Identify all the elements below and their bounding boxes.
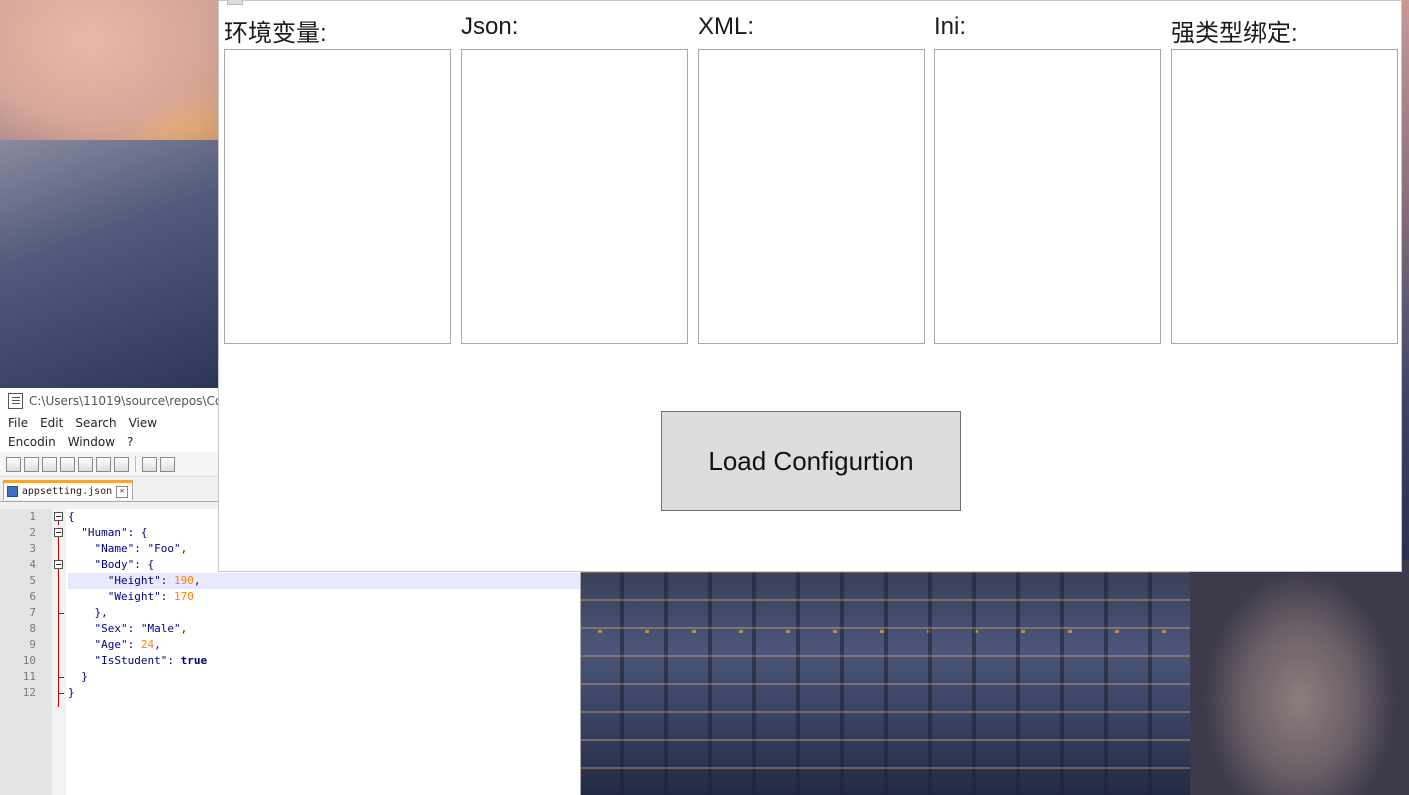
json-number: 170 [173,590,194,603]
open-folder-icon[interactable] [24,456,39,472]
notepad-menu-bar: File Edit Search View Encodin Window ? [0,414,224,452]
env-vars-label: 环境变量: [224,20,327,47]
code-brace: { [68,510,75,523]
line-number: 10 [22,654,36,667]
code-punct: , [193,574,201,587]
menu-view[interactable]: View [123,414,163,433]
line-number: 9 [29,638,36,651]
menu-help[interactable]: ? [121,433,139,452]
wallpaper-figure [1190,560,1409,795]
json-string: "Foo" [147,542,181,555]
cut-icon[interactable] [142,456,157,472]
tab-close-icon[interactable]: ✕ [116,485,128,498]
json-key: "IsStudent" [94,654,168,667]
print-icon[interactable] [114,456,129,472]
code-line: }, [68,605,580,621]
code-line: } [68,685,580,701]
code-punct: : [127,638,141,651]
code-line-current: "Height": 190, [68,573,580,589]
fold-toggle-icon[interactable] [54,528,63,537]
xml-textbox[interactable] [698,49,925,344]
save-all-icon[interactable] [60,456,75,472]
notepad-title-path: C:\Users\11019\source\repos\Co [29,394,223,408]
json-number: 190 [173,574,194,587]
json-key: "Weight" [107,590,161,603]
code-line: "Age": 24, [68,637,580,653]
json-string: "Male" [140,622,181,635]
ini-label: Ini: [934,13,967,40]
code-punct: : [167,654,181,667]
fold-end-mark [58,693,64,694]
fold-margin [52,509,66,795]
json-key: "Age" [94,638,128,651]
file-saved-icon [7,486,18,497]
code-punct: : [127,622,141,635]
fold-end-mark [58,677,64,678]
line-number: 8 [29,622,36,635]
json-key: "Sex" [94,622,128,635]
save-icon[interactable] [42,456,57,472]
menu-window[interactable]: Window [62,433,121,452]
line-number: 3 [29,542,36,555]
strong-typed-textbox[interactable] [1171,49,1398,344]
json-boolean: true [180,654,208,667]
code-punct: : [160,590,174,603]
ini-textbox[interactable] [934,49,1161,344]
window-edge-handle [227,0,243,5]
code-punct: , [154,638,161,651]
line-number: 12 [22,686,36,699]
wallpaper-rock [0,140,220,390]
code-punct: : { [134,558,155,571]
code-brace: } [81,670,88,683]
code-line: "IsStudent": true [68,653,580,669]
code-punct: : { [127,526,148,539]
code-line: } [68,669,580,685]
load-configuration-button[interactable]: Load Configurtion [661,411,961,511]
line-number: 6 [29,590,36,603]
json-key: "Height" [107,574,161,587]
fold-toggle-icon[interactable] [54,512,63,521]
json-key: "Body" [94,558,135,571]
close-file-icon[interactable] [78,456,93,472]
code-punct: , [180,542,188,555]
code-punct: : [160,574,174,587]
config-app-window[interactable]: 环境变量: Json: XML: Ini: 强类型绑定: Load Config… [218,0,1402,572]
notepad-app-icon [8,393,23,409]
line-number: 2 [29,526,36,539]
wallpaper-city [580,570,1200,795]
env-vars-textbox[interactable] [224,49,451,344]
json-label: Json: [461,13,519,40]
xml-label: XML: [698,13,755,40]
fold-toggle-icon[interactable] [54,560,63,569]
json-textbox[interactable] [461,49,688,344]
line-number: 5 [29,574,36,587]
menu-encoding[interactable]: Encodin [2,433,62,452]
json-number: 24 [140,638,155,651]
toolbar-separator [135,456,136,472]
line-number-gutter: 1 2 3 4 5 6 7 8 9 10 11 12 [0,509,52,795]
code-line: "Weight": 170 [68,589,580,605]
line-number: 1 [29,510,36,523]
line-number: 7 [29,606,36,619]
code-brace: }, [94,606,108,619]
code-punct: , [180,622,188,635]
line-number: 11 [22,670,36,683]
code-brace: } [68,686,75,699]
menu-edit[interactable]: Edit [34,414,69,433]
code-punct: : [134,542,148,555]
tab-appsetting-json[interactable]: appsetting.json ✕ [3,480,133,500]
line-number: 4 [29,558,36,571]
tab-label: appsetting.json [21,486,113,497]
fold-line [58,521,59,525]
strong-typed-label: 强类型绑定: [1171,20,1298,47]
menu-search[interactable]: Search [69,414,122,433]
code-line: "Sex": "Male", [68,621,580,637]
json-key: "Name" [94,542,135,555]
copy-icon[interactable] [160,456,175,472]
close-all-icon[interactable] [96,456,111,472]
menu-file[interactable]: File [2,414,34,433]
new-file-icon[interactable] [6,456,21,472]
json-key: "Human" [81,526,128,539]
fold-end-mark [58,613,64,614]
